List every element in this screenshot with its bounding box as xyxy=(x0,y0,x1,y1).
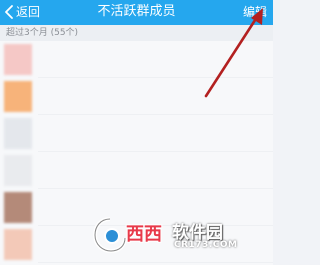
section-label: 超过3个月 (55个) xyxy=(6,28,79,38)
watermark-swirl-icon xyxy=(92,217,127,254)
avatar xyxy=(4,229,32,260)
member-row[interactable] xyxy=(0,115,273,152)
avatar xyxy=(4,155,32,186)
avatar xyxy=(4,192,32,223)
avatar xyxy=(4,81,32,112)
member-row[interactable] xyxy=(0,41,273,78)
edit-button[interactable]: 编辑 xyxy=(243,3,267,21)
title-bar: 返回 不活跃群成员 编辑 xyxy=(0,0,273,25)
divider xyxy=(38,262,273,263)
watermark-domain: CR173.COM xyxy=(174,240,238,250)
section-header: 超过3个月 (55个) xyxy=(0,25,273,41)
member-row[interactable] xyxy=(0,152,273,189)
watermark-brand: 西西 xyxy=(126,224,162,245)
avatar xyxy=(4,118,32,149)
page-title: 不活跃群成员 xyxy=(97,4,176,19)
member-row[interactable] xyxy=(0,78,273,115)
avatar xyxy=(4,44,32,75)
watermark-logo: 西西 软件园 CR173.COM xyxy=(92,214,252,258)
